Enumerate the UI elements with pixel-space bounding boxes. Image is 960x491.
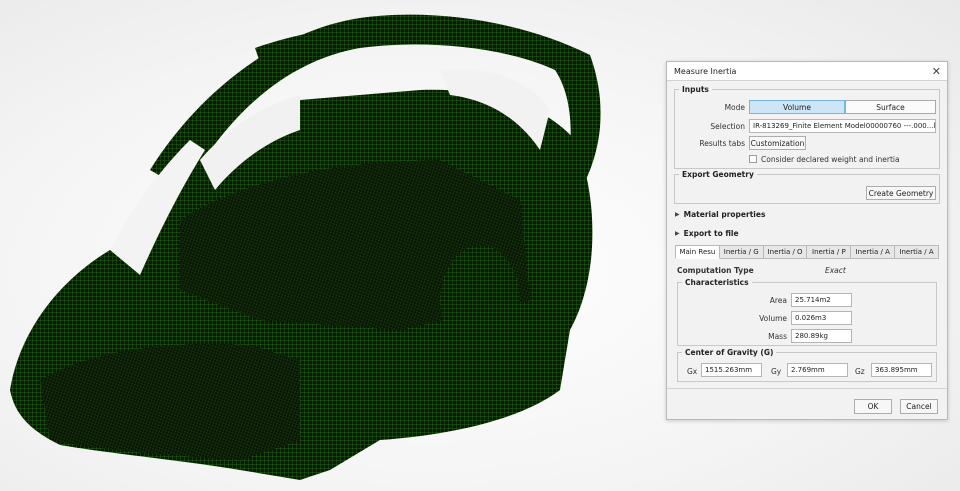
export-to-file-label: Export to file bbox=[683, 229, 739, 238]
tab-inertia-p[interactable]: Inertia / P bbox=[807, 245, 852, 259]
close-icon[interactable]: ✕ bbox=[932, 66, 941, 77]
footer-separator bbox=[667, 388, 947, 389]
car-body-mesh[interactable] bbox=[0, 0, 640, 491]
rear-wheel-arch bbox=[440, 245, 520, 355]
dialog-title: Measure Inertia bbox=[674, 66, 737, 76]
tab-main-results[interactable]: Main Resu bbox=[675, 245, 720, 259]
mode-label: Mode bbox=[724, 103, 745, 112]
characteristics-legend: Characteristics bbox=[685, 278, 749, 287]
gz-field[interactable]: 363.895mm bbox=[871, 363, 932, 377]
selection-field[interactable]: IR-813269_Finite Element Model00000760 -… bbox=[749, 119, 936, 133]
results-tabs-label: Results tabs bbox=[699, 139, 745, 148]
material-properties-section[interactable]: ▶ Material properties bbox=[675, 210, 765, 219]
tab-inertia-o[interactable]: Inertia / O bbox=[763, 245, 808, 259]
tab-inertia-a1[interactable]: Inertia / A bbox=[851, 245, 896, 259]
area-field[interactable]: 25.714m2 bbox=[791, 293, 852, 307]
results-tabs: Main Resu Inertia / G Inertia / O Inerti… bbox=[675, 245, 939, 259]
gz-label: Gz bbox=[855, 367, 865, 376]
selection-label: Selection bbox=[710, 122, 745, 131]
tab-inertia-g[interactable]: Inertia / G bbox=[719, 245, 764, 259]
export-geometry-legend: Export Geometry bbox=[682, 170, 754, 179]
gy-label: Gy bbox=[771, 367, 782, 376]
volume-field[interactable]: 0.026m3 bbox=[791, 311, 852, 325]
cancel-button[interactable]: Cancel bbox=[900, 399, 938, 414]
expand-arrow-icon: ▶ bbox=[675, 211, 680, 218]
consider-weight-checkbox[interactable] bbox=[749, 155, 757, 163]
mass-field[interactable]: 280.89kg bbox=[791, 329, 852, 343]
mode-volume-button[interactable]: Volume bbox=[749, 100, 845, 114]
expand-arrow-icon: ▶ bbox=[675, 230, 680, 237]
computation-type-label: Computation Type bbox=[677, 266, 754, 275]
export-to-file-section[interactable]: ▶ Export to file bbox=[675, 229, 739, 238]
center-of-gravity-legend: Center of Gravity (G) bbox=[685, 348, 774, 357]
mode-surface-button[interactable]: Surface bbox=[845, 100, 936, 114]
gx-field[interactable]: 1515.263mm bbox=[701, 363, 762, 377]
material-properties-label: Material properties bbox=[683, 210, 766, 219]
area-label: Area bbox=[769, 296, 787, 305]
inputs-legend: Inputs bbox=[682, 85, 709, 94]
ok-button[interactable]: OK bbox=[854, 399, 892, 414]
dialog-titlebar[interactable]: Measure Inertia ✕ bbox=[667, 62, 947, 81]
mass-label: Mass bbox=[768, 332, 787, 341]
front-wheel-arch bbox=[105, 360, 175, 410]
create-geometry-button[interactable]: Create Geometry bbox=[866, 186, 936, 200]
gx-label: Gx bbox=[687, 367, 698, 376]
tab-inertia-a2[interactable]: Inertia / A bbox=[895, 245, 939, 259]
customization-button[interactable]: Customization bbox=[749, 136, 806, 150]
consider-weight-label: Consider declared weight and inertia bbox=[761, 155, 900, 164]
gy-field[interactable]: 2.769mm bbox=[787, 363, 848, 377]
volume-label: Volume bbox=[759, 314, 787, 323]
measure-inertia-dialog: Measure Inertia ✕ Inputs Mode Volume Sur… bbox=[666, 61, 948, 420]
computation-type-value: Exact bbox=[825, 266, 846, 275]
